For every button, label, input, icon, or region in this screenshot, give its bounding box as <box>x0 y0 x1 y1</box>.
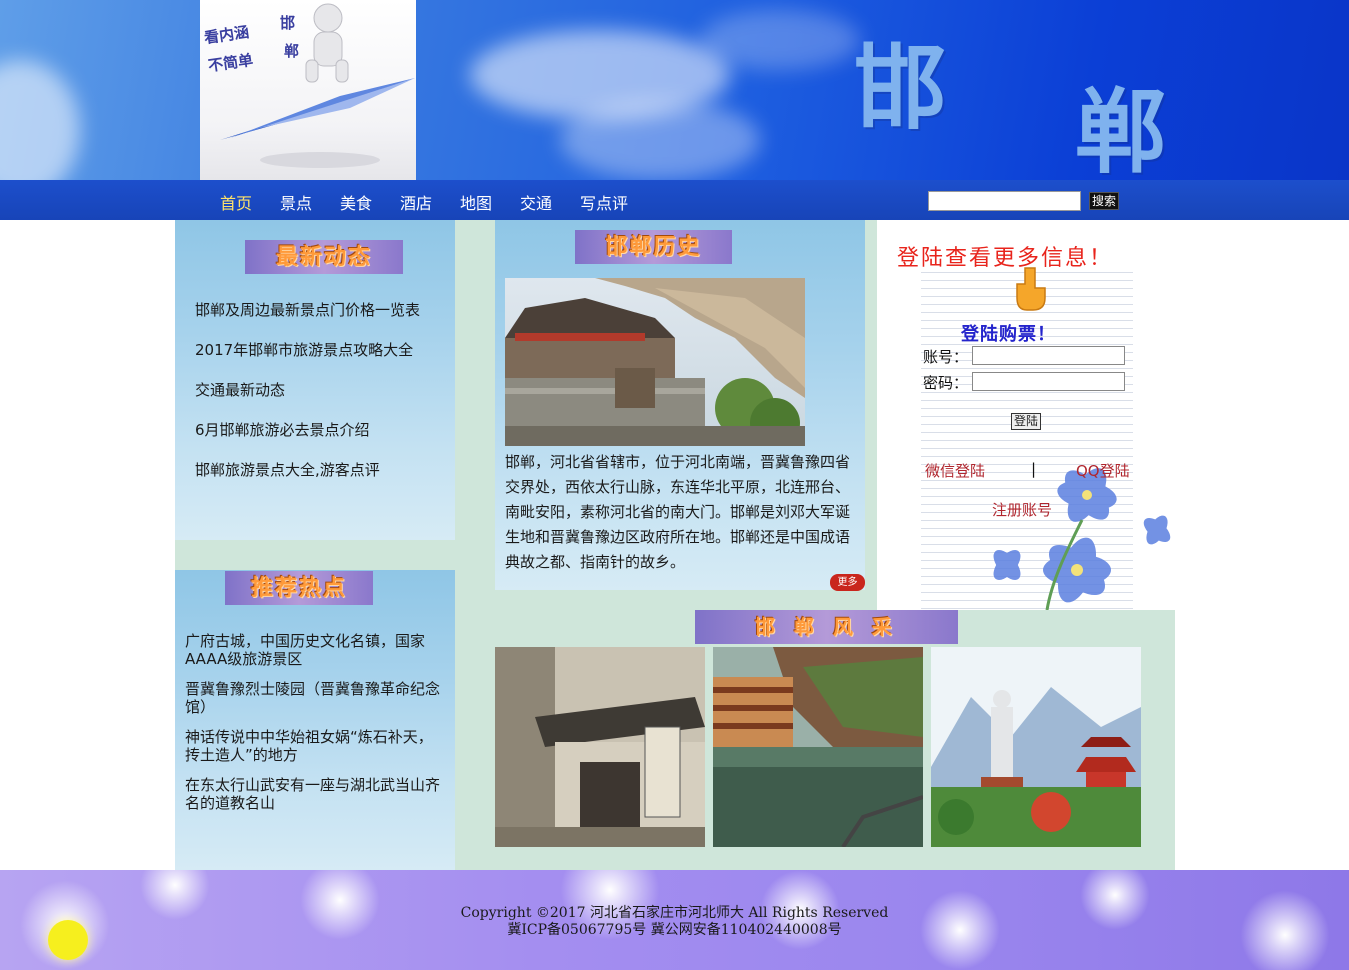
recommend-item[interactable]: 广府古城，中国历史文化名镇，国家AAAA级旅游景区 <box>185 632 447 668</box>
footer-icp: 冀ICP备05067795号 冀公网安备110402440008号 <box>507 922 842 938</box>
nav-item-attractions[interactable]: 景点 <box>280 190 312 214</box>
gallery-photo-lake-pavilion[interactable] <box>713 647 923 847</box>
paper-plane-figure-icon <box>220 3 415 168</box>
recommend-item[interactable]: 在东太行山武安有一座与湖北武当山齐名的道教名山 <box>185 776 447 812</box>
history-photo <box>505 278 805 446</box>
footer: Copyright ©2017 河北省石家庄市河北师大 All Rights R… <box>0 870 1349 970</box>
login-title: 登陆查看更多信息！ <box>897 246 1114 271</box>
news-link[interactable]: 6月邯郸旅游必去景点介绍 <box>195 419 370 440</box>
buy-ticket-title: 登陆购票！ <box>961 324 1056 345</box>
news-heading: 最新动态 <box>245 240 403 274</box>
recommend-heading: 推荐热点 <box>225 571 373 605</box>
login-panel: 登陆查看更多信息！ 登陆购票！ 账号： 密码： 登陆 微信登陆 | QQ登陆 注… <box>877 220 1175 610</box>
nav-item-hotels[interactable]: 酒店 <box>400 190 432 214</box>
qq-login-link[interactable]: QQ登陆 <box>1076 460 1130 481</box>
account-input[interactable] <box>972 346 1125 365</box>
nav-item-home[interactable]: 首页 <box>220 190 252 214</box>
wechat-login-link[interactable]: 微信登陆 <box>925 460 985 481</box>
news-link[interactable]: 邯郸及周边最新景点门价格一览表 <box>195 299 420 320</box>
search-input[interactable] <box>928 191 1081 211</box>
nav-item-review[interactable]: 写点评 <box>580 190 628 214</box>
search-button[interactable]: 搜索 <box>1089 192 1120 210</box>
news-link[interactable]: 交通最新动态 <box>195 379 285 400</box>
news-link[interactable]: 邯郸旅游景点大全,游客点评 <box>195 459 380 480</box>
main-nav: 首页 景点 美食 酒店 地图 交通 写点评 搜索 <box>0 180 1349 220</box>
account-label: 账号： <box>923 348 969 366</box>
banner-title-char-2: 郸 <box>1075 78 1168 180</box>
recommend-item[interactable]: 神话传说中中华始祖女娲“炼石补天，抟土造人”的地方 <box>185 728 447 764</box>
login-submit-button[interactable]: 登陆 <box>1011 413 1042 430</box>
cloud-decoration <box>560 100 760 180</box>
history-text: 邯郸，河北省省辖市，位于河北南端，晋冀鲁豫四省交界处，西依太行山脉，东连华北平原… <box>505 453 851 571</box>
gallery-photo-statue[interactable] <box>931 647 1141 847</box>
history-heading: 邯郸历史 <box>575 230 732 264</box>
password-label: 密码： <box>923 374 969 392</box>
register-link[interactable]: 注册账号 <box>992 499 1052 520</box>
gallery-photo-ancient-town[interactable] <box>495 647 705 847</box>
recommend-item[interactable]: 晋冀鲁豫烈士陵园（晋冀鲁豫革命纪念馆） <box>185 680 447 716</box>
gallery-heading: 邯 郸 风 采 <box>695 610 958 644</box>
recommend-panel <box>175 570 455 870</box>
site-logo[interactable]: 看内涵 不简单 邯 郸 <box>200 0 416 180</box>
cloud-decoration <box>700 10 860 70</box>
news-link[interactable]: 2017年邯郸市旅游景点攻略大全 <box>195 339 413 360</box>
cloud-decoration <box>0 60 80 180</box>
nav-item-map[interactable]: 地图 <box>460 190 492 214</box>
nav-item-food[interactable]: 美食 <box>340 190 372 214</box>
nav-item-transport[interactable]: 交通 <box>520 190 552 214</box>
more-button[interactable]: 更多 <box>830 574 865 591</box>
banner-title-char-1: 邯 <box>854 34 947 142</box>
password-input[interactable] <box>972 372 1125 391</box>
login-separator: | <box>1031 460 1037 478</box>
header-banner: 看内涵 不简单 邯 郸 邯 郸 <box>0 0 1349 180</box>
